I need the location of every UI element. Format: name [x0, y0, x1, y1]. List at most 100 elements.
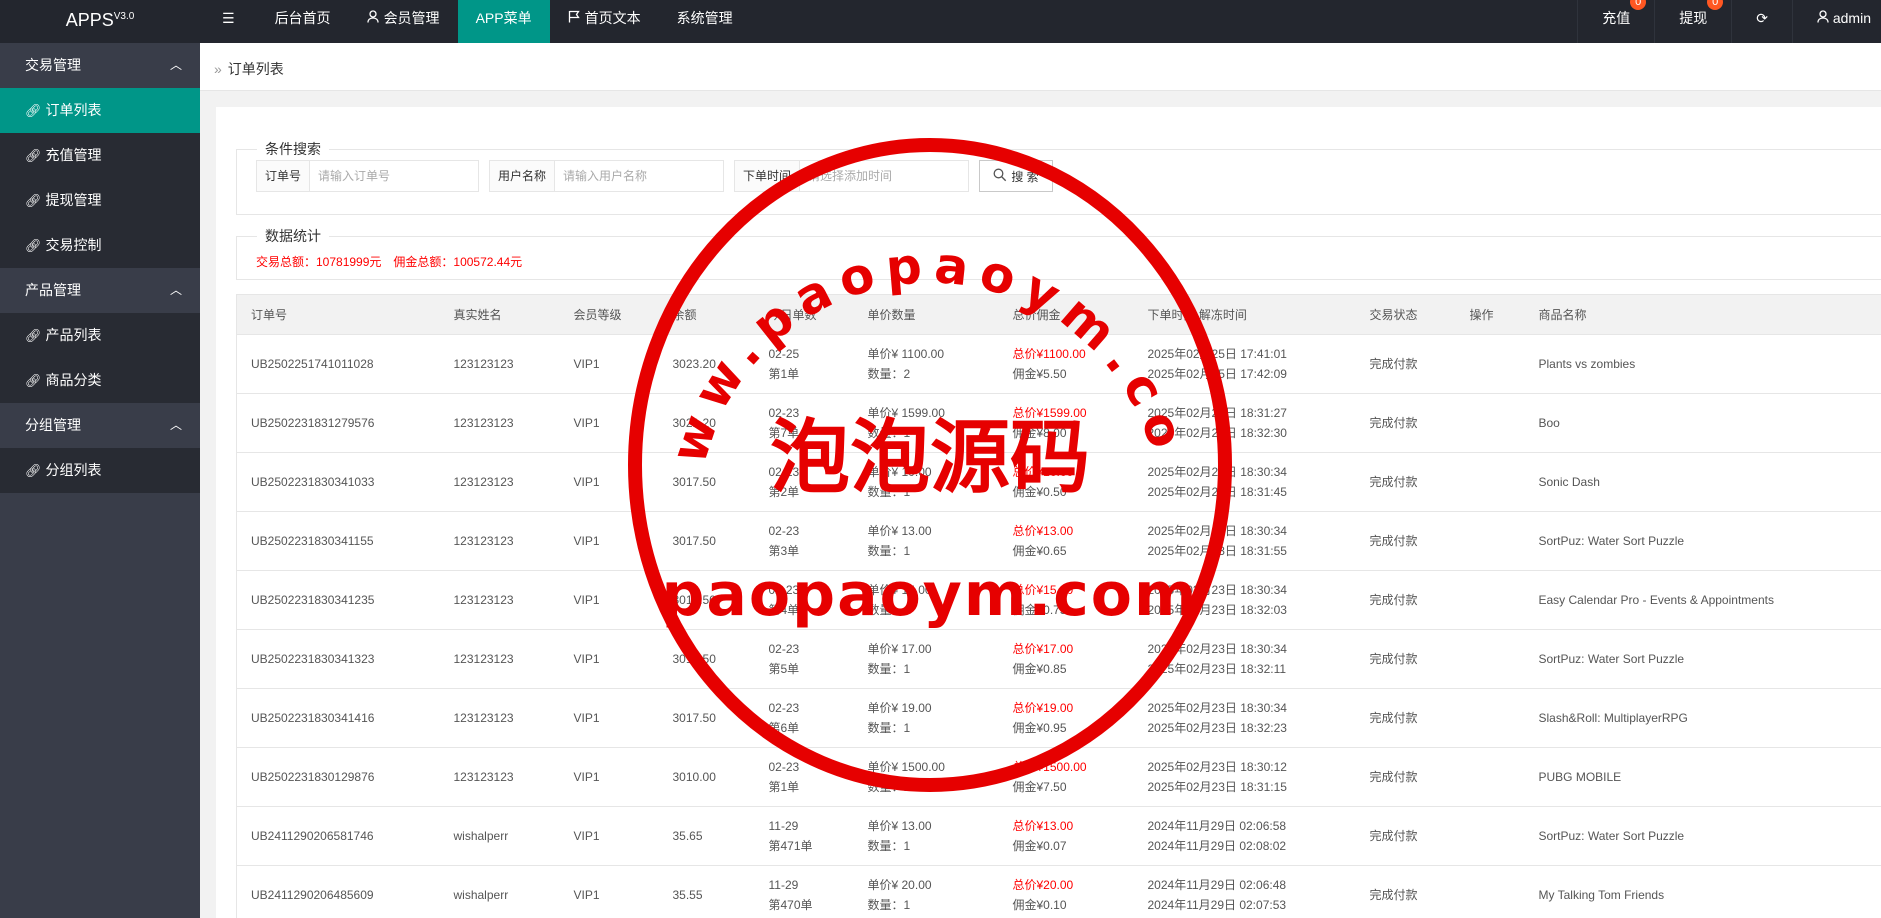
id-text: UB2411290206485609: [251, 888, 374, 902]
table-row[interactable]: UB2502231830341155 123123123 VIP1 3017.50 02…: [236, 511, 1881, 571]
sidebar-item-group-list[interactable]: 🔗︎ 分组列表: [0, 448, 200, 493]
username-field: 用户名称: [489, 160, 724, 192]
total-commission-cell: 总价¥15.00 佣金¥0.75: [998, 570, 1134, 630]
user-menu[interactable]: admin: [1791, 0, 1881, 43]
link-icon: 🔗︎: [25, 463, 42, 478]
balance-cell: 3017.50: [658, 511, 755, 571]
time-cell: 2025年02月23日 18:30:12 2025年02月23日 18:31:15: [1133, 747, 1356, 807]
unfrozen-text: 2025年02月23日 18:32:23: [1147, 721, 1287, 735]
price-text: 单价¥ 1100.00: [867, 347, 945, 361]
price-text: 单价¥ 10.00: [867, 465, 932, 479]
status-text: 完成付款: [1369, 416, 1418, 430]
order-id-cell: UB2502231830341155: [236, 511, 440, 571]
column-header[interactable]: 真实姓名: [439, 294, 560, 335]
nav-home-text[interactable]: 首页文本: [550, 0, 659, 43]
column-header[interactable]: 订单号: [236, 294, 440, 335]
sidebar-group-products[interactable]: 产品管理 ︿: [0, 268, 200, 313]
count-text: 第1单: [768, 367, 800, 381]
table-row[interactable]: UB2502231830129876 123123123 VIP1 3010.00 02…: [236, 747, 1881, 807]
nav-members[interactable]: 会员管理: [349, 0, 458, 43]
id-text: UB2411290206581746: [251, 829, 374, 843]
sidebar-item-product-list[interactable]: 🔗︎ 产品列表: [0, 313, 200, 358]
name-text: 123123123: [453, 357, 514, 371]
search-button[interactable]: 搜 索: [979, 160, 1053, 192]
member-level-cell: VIP1: [559, 629, 659, 689]
link-icon: 🔗︎: [25, 238, 42, 253]
total-text: 总价¥1500.00: [1012, 760, 1087, 774]
product-text: SortPuz: Water Sort Puzzle: [1538, 652, 1685, 666]
app-logo[interactable]: APPSV3.0: [0, 0, 200, 43]
sidebar-item-orders[interactable]: 🔗︎ 订单列表: [0, 88, 200, 133]
column-header[interactable]: 单价数量: [853, 294, 999, 335]
order-number-input[interactable]: [310, 161, 479, 191]
table-row[interactable]: UB2502231830341235 123123123 VIP1 3017.50 02…: [236, 570, 1881, 630]
nav-system[interactable]: 系统管理: [659, 0, 751, 43]
column-header[interactable]: 操作: [1455, 294, 1525, 335]
order-time-input[interactable]: [800, 161, 969, 191]
link-icon: 🔗︎: [25, 193, 42, 208]
nav-app-menu[interactable]: APP菜单: [457, 0, 550, 43]
withdraw-button[interactable]: 提现 0: [1654, 0, 1731, 43]
sidebar-toggle-button[interactable]: ☰: [200, 0, 257, 43]
member-level-cell: VIP1: [559, 570, 659, 630]
table-row[interactable]: UB2411290206485609 wishalperr VIP1 35.55 11-…: [236, 865, 1881, 918]
id-text: UB2502231830341235: [251, 593, 375, 607]
price-text: 单价¥ 1599.00: [867, 406, 945, 420]
table-row[interactable]: UB2502231831279576 123123123 VIP1 3021.20 02…: [236, 393, 1881, 453]
id-text: UB2502231830341416: [251, 711, 375, 725]
commission-text: 佣金¥0.75: [1012, 603, 1067, 617]
product-text: My Talking Tom Friends: [1538, 888, 1665, 902]
order-number-label: 订单号: [257, 161, 311, 191]
real-name-cell: 123123123: [439, 334, 560, 394]
orders-table: 订单号 真实姓名 会员等级 余额 今日单数 单价数量 总价佣金 下单时间 解冻时…: [236, 294, 1881, 918]
table-row[interactable]: UB2502231830341323 123123123 VIP1 3017.50 02…: [236, 629, 1881, 689]
product-text: Boo: [1538, 416, 1560, 430]
member-level-cell: VIP1: [559, 393, 659, 453]
total-trade-amount: 交易总额：10781999元: [256, 255, 382, 269]
count-text: 第470单: [768, 898, 813, 912]
column-header[interactable]: 余额: [658, 294, 755, 335]
sidebar-item-trade-control[interactable]: 🔗︎ 交易控制: [0, 223, 200, 268]
id-text: UB2502231830341155: [251, 534, 374, 548]
link-icon: 🔗︎: [25, 328, 42, 343]
recharge-button[interactable]: 充值 0: [1577, 0, 1654, 43]
price-qty-cell: 单价¥ 1500.00 数量：1: [853, 747, 999, 807]
table-row[interactable]: UB2502231830341033 123123123 VIP1 3017.50 02…: [236, 452, 1881, 512]
member-level-cell: VIP1: [559, 688, 659, 748]
sidebar-group-groups[interactable]: 分组管理 ︿: [0, 403, 200, 448]
total-commission-cell: 总价¥13.00 佣金¥0.07: [998, 806, 1134, 866]
refresh-button[interactable]: ⟳: [1731, 0, 1792, 43]
username-input[interactable]: [555, 161, 724, 191]
table-row[interactable]: UB2502231830341416 123123123 VIP1 3017.50 02…: [236, 688, 1881, 748]
sidebar-item-withdraw[interactable]: 🔗︎ 提现管理: [0, 178, 200, 223]
sidebar: 交易管理 ︿ 🔗︎ 订单列表 🔗︎ 充值管理 🔗︎ 提现管理 🔗︎ 交易控制 产品管理 …: [0, 43, 200, 918]
status-text: 完成付款: [1369, 888, 1418, 902]
unfrozen-text: 2025年02月23日 18:31:55: [1147, 544, 1287, 558]
order-id-cell: UB2502231830341416: [236, 688, 440, 748]
column-header[interactable]: 下单时间 解冻时间: [1133, 294, 1356, 335]
order-id-cell: UB2502251741011028: [236, 334, 440, 394]
count-text: 第2单: [768, 485, 800, 499]
column-header[interactable]: 今日单数: [754, 294, 854, 335]
table-row[interactable]: UB2502251741011028 123123123 VIP1 3023.20 02…: [236, 334, 1881, 394]
column-header[interactable]: 总价佣金: [998, 294, 1134, 335]
balance-text: 3017.50: [672, 711, 716, 725]
column-header[interactable]: 商品名称: [1524, 294, 1881, 335]
stats-summary: 交易总额：10781999元 佣金总额：100572.44元: [256, 253, 522, 270]
column-header[interactable]: 交易状态: [1355, 294, 1456, 335]
date-text: 02-23: [768, 642, 800, 656]
nav-home[interactable]: 后台首页: [257, 0, 349, 43]
flag-icon: [568, 0, 580, 36]
sidebar-group-trade[interactable]: 交易管理 ︿: [0, 43, 200, 88]
total-commission-cell: 总价¥1100.00 佣金¥5.50: [998, 334, 1134, 394]
date-text: 02-23: [768, 465, 800, 479]
product-text: SortPuz: Water Sort Puzzle: [1538, 534, 1685, 548]
time-cell: 2025年02月23日 18:30:34 2025年02月23日 18:32:03: [1133, 570, 1356, 630]
column-header[interactable]: 会员等级: [559, 294, 659, 335]
id-text: UB2502231830341323: [251, 652, 375, 666]
table-row[interactable]: UB2411290206581746 wishalperr VIP1 35.65 11-…: [236, 806, 1881, 866]
menu-toggle-icon: ☰: [222, 10, 235, 26]
id-text: UB2502231831279576: [251, 416, 375, 430]
sidebar-item-recharge[interactable]: 🔗︎ 充值管理: [0, 133, 200, 178]
sidebar-item-categories[interactable]: 🔗︎ 商品分类: [0, 358, 200, 403]
